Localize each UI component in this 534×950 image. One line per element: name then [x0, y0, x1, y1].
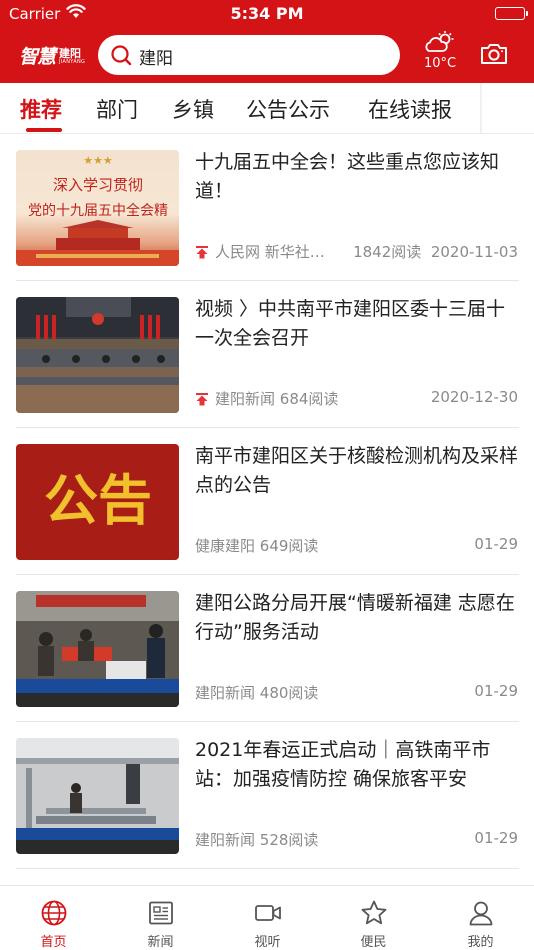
nav-video-label: 视听 — [254, 935, 281, 950]
article-thumbnail: 公告 — [16, 444, 179, 560]
article-item[interactable]: 公告 南平市建阳区关于核酸检测机构及采样点的公告 健康建阳 649阅读 01-2… — [0, 428, 534, 575]
article-reads: 1842阅读 — [353, 243, 422, 261]
article-item[interactable]: 建阳公路分局开展“情暖新福建 志愿在行动”服务活动 建阳新闻 480阅读 01-… — [0, 575, 534, 722]
app-screen: Carrier 5:34 PM 智慧 建阳 JIANYANG 建阳 10°C 推… — [0, 0, 534, 950]
article-meta: 健康建阳 649阅读 01-29 — [195, 535, 518, 555]
weather-widget[interactable]: 10°C — [421, 30, 457, 74]
temperature-label: 10°C — [423, 56, 457, 71]
tab-online-newspaper[interactable]: 在线读报 — [368, 94, 452, 124]
search-bar[interactable]: 建阳 — [98, 35, 400, 75]
active-tab-indicator — [26, 128, 62, 132]
article-title[interactable]: 视频 〉中共南平市建阳区委十三届十一次全会召开 — [195, 295, 520, 353]
camera-icon[interactable] — [480, 42, 508, 66]
thumb-caption-1: 深入学习贯彻 — [53, 176, 143, 194]
video-icon — [254, 899, 282, 927]
nav-news-label: 新闻 — [147, 935, 174, 950]
article-thumbnail — [16, 738, 179, 854]
article-item[interactable]: 视频 〉中共南平市建阳区委十三届十一次全会召开 建阳新闻 684阅读 2020-… — [0, 281, 534, 428]
tab-departments[interactable]: 部门 — [96, 94, 138, 124]
list-divider — [16, 868, 519, 869]
search-icon — [110, 44, 132, 66]
logo-main-text: 智慧 — [19, 46, 56, 68]
search-input[interactable]: 建阳 — [139, 44, 173, 69]
article-date: 01-29 — [474, 682, 518, 700]
app-header: Carrier 5:34 PM 智慧 建阳 JIANYANG 建阳 10°C — [0, 0, 534, 83]
thumb-notice-text: 公告 — [44, 469, 152, 532]
battery-icon — [495, 7, 528, 20]
tab-announcements[interactable]: 公告公示 — [246, 94, 330, 124]
article-source: 建阳新闻 — [195, 684, 256, 702]
tabs-scroll-edge — [480, 83, 483, 133]
article-date: 2020-11-03 — [430, 243, 518, 261]
pinned-top-icon — [195, 245, 209, 259]
article-thumbnail — [16, 591, 179, 707]
nav-services[interactable]: 便民 — [320, 886, 427, 950]
nav-video[interactable]: 视听 — [214, 886, 321, 950]
article-meta: 人民网 新华社… 1842阅读 2020-11-03 — [195, 241, 518, 261]
status-bar: Carrier 5:34 PM — [0, 0, 534, 28]
article-source: 建阳新闻 — [215, 390, 276, 408]
article-reads: 528阅读 — [259, 831, 319, 849]
pinned-top-icon — [195, 392, 209, 406]
article-title[interactable]: 建阳公路分局开展“情暖新福建 志愿在行动”服务活动 — [195, 589, 520, 647]
article-date: 2020-12-30 — [430, 388, 518, 406]
nav-news[interactable]: 新闻 — [107, 886, 214, 950]
article-thumbnail — [16, 297, 179, 413]
app-logo[interactable]: 智慧 建阳 JIANYANG — [19, 42, 87, 70]
article-date: 01-29 — [474, 535, 518, 553]
article-source: 建阳新闻 — [195, 831, 256, 849]
user-icon — [467, 899, 495, 927]
article-title[interactable]: 2021年春运正式启动｜高铁南平市站：加强疫情防控 确保旅客平安 — [195, 736, 520, 794]
article-source: 人民网 新华社… — [215, 243, 325, 261]
article-meta: 建阳新闻 684阅读 2020-12-30 — [195, 388, 518, 408]
article-meta: 建阳新闻 528阅读 01-29 — [195, 829, 518, 849]
newspaper-icon — [147, 899, 175, 927]
thumb-caption-2: 党的十九届五中全会精 — [28, 202, 168, 219]
nav-home[interactable]: 首页 — [0, 886, 107, 950]
bottom-tab-bar: 首页 新闻 视听 便民 我的 — [0, 885, 534, 950]
article-item[interactable]: ★★★ 深入学习贯彻 党的十九届五中全会精 十九届五中全会！这些重点您应该知道！… — [0, 134, 534, 281]
nav-home-label: 首页 — [40, 935, 67, 950]
article-reads: 649阅读 — [259, 537, 319, 555]
logo-pinyin-text: JIANYANG — [59, 59, 86, 65]
article-source: 健康建阳 — [195, 537, 256, 555]
svg-text:★★★: ★★★ — [83, 154, 113, 167]
tab-towns[interactable]: 乡镇 — [172, 94, 214, 124]
article-meta: 建阳新闻 480阅读 01-29 — [195, 682, 518, 702]
nav-services-label: 便民 — [360, 935, 387, 950]
article-reads: 684阅读 — [279, 390, 339, 408]
clock-label: 5:34 PM — [230, 4, 304, 23]
category-tabs: 推荐 部门 乡镇 公告公示 在线读报 — [0, 83, 534, 133]
nav-profile-label: 我的 — [467, 935, 494, 950]
tab-recommend[interactable]: 推荐 — [20, 94, 62, 124]
article-thumbnail: ★★★ 深入学习贯彻 党的十九届五中全会精 — [16, 150, 179, 266]
article-title[interactable]: 十九届五中全会！这些重点您应该知道！ — [195, 148, 520, 206]
star-icon — [360, 899, 388, 927]
article-item[interactable]: 2021年春运正式启动｜高铁南平市站：加强疫情防控 确保旅客平安 建阳新闻 52… — [0, 722, 534, 869]
article-reads: 480阅读 — [259, 684, 319, 702]
article-title[interactable]: 南平市建阳区关于核酸检测机构及采样点的公告 — [195, 442, 520, 500]
article-date: 01-29 — [474, 829, 518, 847]
globe-icon — [40, 899, 68, 927]
nav-profile[interactable]: 我的 — [427, 886, 534, 950]
